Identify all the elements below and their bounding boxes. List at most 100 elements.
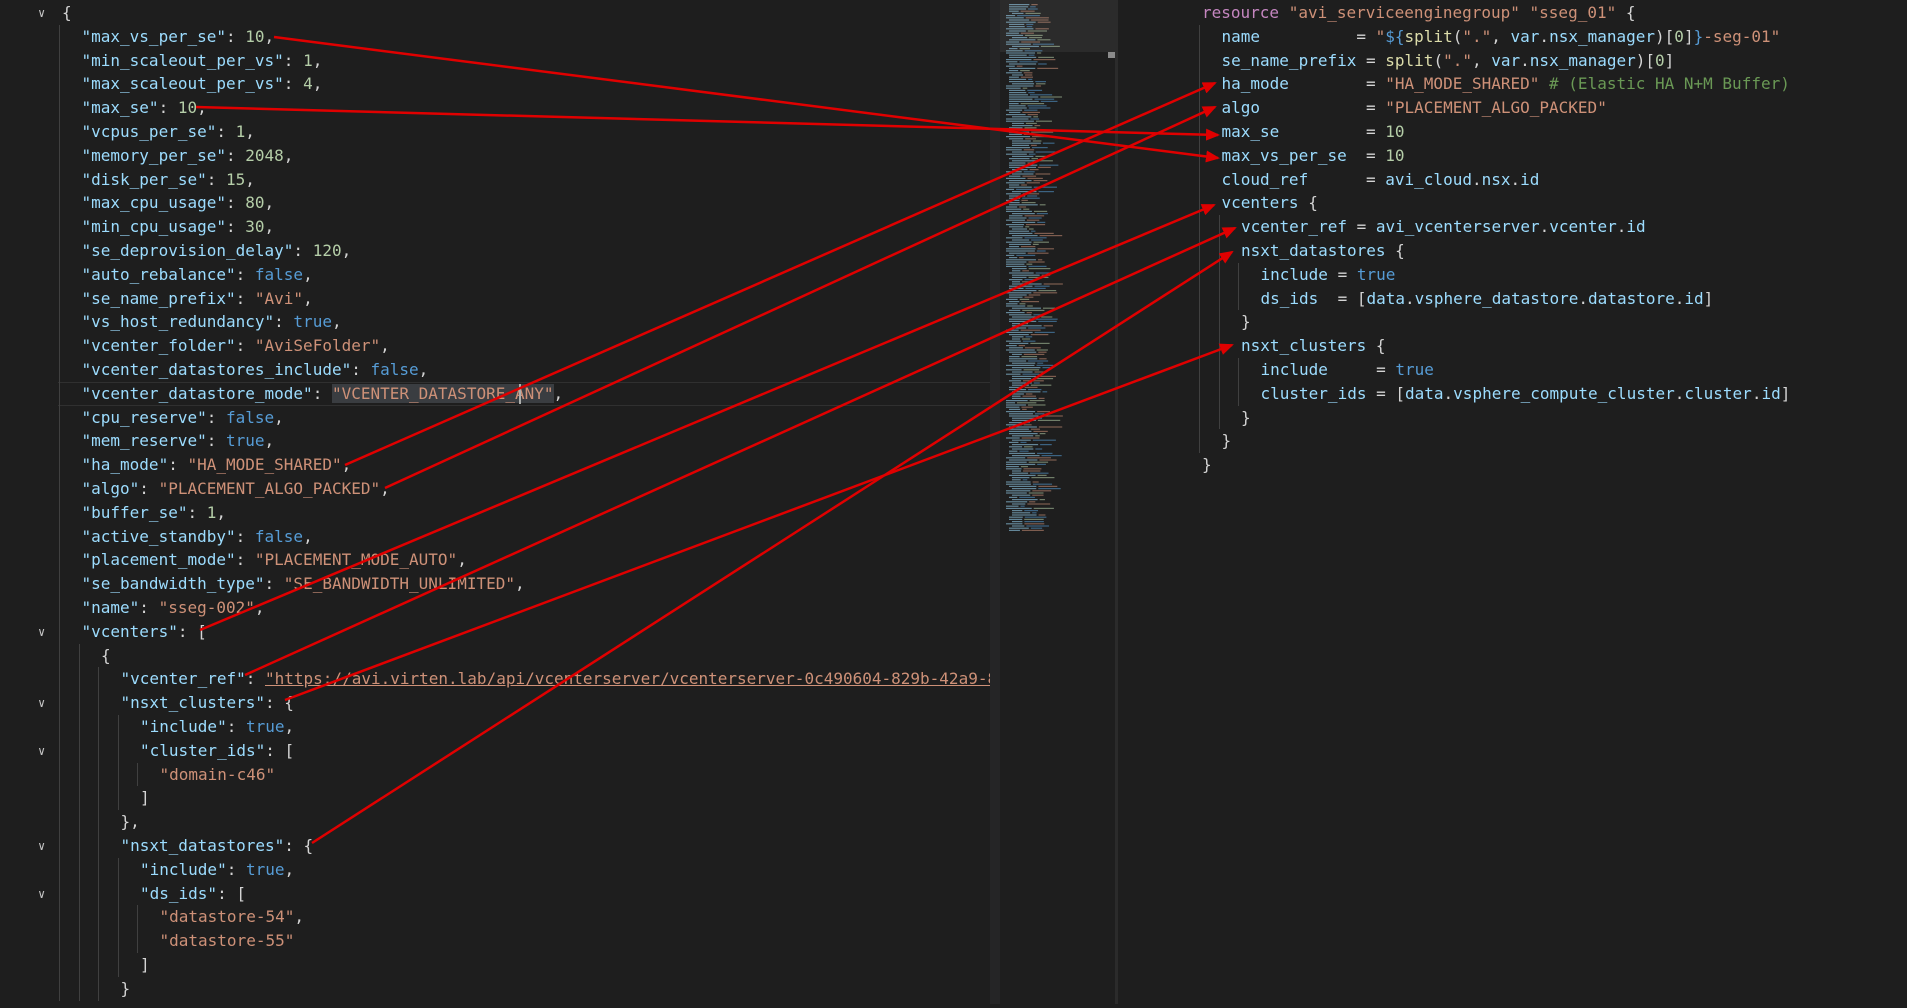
code-line[interactable]: "vcenters": [ (82, 620, 207, 644)
minimap-line (1009, 166, 1037, 168)
code-token: : (293, 241, 313, 260)
code-line[interactable]: "ds_ids": [ (140, 882, 246, 906)
left-editor-json[interactable]: ∨ ∨ ∨ ∨ ∨ ∨ { "max_vs_per_se": 10, "min_scaleou… (0, 0, 990, 1004)
text-cursor (519, 383, 521, 404)
minimap-line (1009, 459, 1038, 461)
line-number (0, 572, 26, 596)
code-line[interactable]: "include": true, (140, 858, 294, 882)
code-token: "PLACEMENT_MODE_AUTO" (254, 550, 458, 570)
fold-chevron-icon[interactable]: ∨ (38, 620, 45, 644)
code-line[interactable]: max_vs_per_se = 10 (1222, 144, 1405, 168)
code-line[interactable]: "min_cpu_usage": 30, (82, 215, 275, 239)
code-line[interactable]: "name": "sseg-002", (82, 596, 265, 620)
code-line[interactable]: } (1241, 406, 1251, 430)
code-line[interactable]: "memory_per_se": 2048, (82, 144, 294, 168)
code-token: , (245, 169, 255, 189)
code-line[interactable]: "vcenter_ref": "https://avi.virten.lab/a… (121, 667, 991, 691)
code-line[interactable]: "domain-c46" (160, 763, 276, 787)
code-line[interactable]: "vcenter_datastore_mode": "VCENTER_DATAS… (82, 382, 563, 406)
code-line[interactable]: "se_name_prefix": "Avi", (82, 287, 313, 311)
fold-chevron-icon[interactable]: ∨ (38, 882, 45, 906)
code-line[interactable]: "min_scaleout_per_vs": 1, (82, 49, 323, 73)
code-line[interactable]: "ha_mode": "HA_MODE_SHARED", (82, 453, 352, 477)
code-line[interactable]: name = "${split(".", var.nsx_manager)[0]… (1222, 25, 1781, 49)
code-line[interactable]: "datastore-55" (160, 929, 295, 953)
code-line[interactable]: "se_bandwidth_type": "SE_BANDWIDTH_UNLIM… (82, 572, 525, 596)
code-line[interactable]: cloud_ref = avi_cloud.nsx.id (1222, 168, 1540, 192)
code-token: 0 (1655, 50, 1665, 70)
code-line[interactable]: resource "avi_serviceenginegroup" "sseg_… (1202, 1, 1636, 25)
code-line[interactable]: "max_scaleout_per_vs": 4, (82, 72, 323, 96)
code-line[interactable]: nsxt_datastores { (1241, 239, 1405, 263)
code-line[interactable]: "algo": "PLACEMENT_ALGO_PACKED", (82, 477, 390, 501)
code-line[interactable]: "vs_host_redundancy": true, (82, 310, 342, 334)
minimap-line (1012, 173, 1034, 175)
code-token: . (1578, 288, 1589, 308)
code-line[interactable]: "datastore-54", (160, 905, 305, 929)
minimap-line (1009, 133, 1022, 135)
fold-chevron-icon[interactable]: ∨ (38, 1, 45, 25)
indent-guide (98, 953, 99, 977)
code-line[interactable]: "vcpus_per_se": 1, (82, 120, 255, 144)
code-line[interactable]: } (1241, 310, 1251, 334)
code-line[interactable]: cluster_ids = [data.vsphere_compute_clus… (1261, 382, 1791, 406)
code-line[interactable]: } (1222, 429, 1232, 453)
code-token: "vcpus_per_se" (81, 122, 217, 141)
code-line[interactable]: "vcenter_datastores_include": false, (82, 358, 429, 382)
minimap-line (1024, 237, 1047, 239)
minimap-line (1024, 446, 1033, 448)
code-line[interactable]: "mem_reserve": true, (82, 429, 275, 453)
code-line[interactable]: "placement_mode": "PLACEMENT_MODE_AUTO", (82, 548, 467, 572)
code-line[interactable]: ] (140, 786, 150, 810)
code-line[interactable]: include = true (1261, 263, 1396, 287)
code-line[interactable]: include = true (1261, 358, 1434, 382)
fold-chevron-icon[interactable]: ∨ (38, 739, 45, 763)
code-line[interactable]: { (101, 644, 111, 668)
code-token: 10 (245, 26, 265, 46)
minimap-line (1033, 292, 1058, 294)
code-line[interactable]: "active_standby": false, (82, 525, 313, 549)
fold-chevron-icon[interactable]: ∨ (38, 834, 45, 858)
code-line[interactable]: se_name_prefix = split(".", var.nsx_mana… (1222, 49, 1675, 73)
minimap-line (1006, 424, 1022, 426)
minimap-line (1006, 87, 1021, 89)
code-line[interactable]: }, (121, 810, 140, 834)
code-line[interactable]: "auto_rebalance": false, (82, 263, 313, 287)
code-line[interactable]: "max_cpu_usage": 80, (82, 191, 275, 215)
minimap-line (1037, 67, 1059, 69)
code-line[interactable]: vcenters { (1222, 191, 1318, 215)
code-line[interactable]: vcenter_ref = avi_vcenterserver.vcenter.… (1241, 215, 1646, 239)
scrollbar-thumb[interactable] (1108, 52, 1115, 58)
right-editor-terraform[interactable]: resource "avi_serviceenginegroup" "sseg_… (1118, 0, 1907, 1004)
code-line[interactable]: nsxt_clusters { (1241, 334, 1386, 358)
code-line[interactable]: "cluster_ids": [ (140, 739, 294, 763)
minimap-line (1033, 314, 1042, 316)
code-line[interactable]: ha_mode = "HA_MODE_SHARED" # (Elastic HA… (1222, 72, 1790, 96)
code-line[interactable]: "nsxt_datastores": { (121, 834, 314, 858)
code-line[interactable]: algo = "PLACEMENT_ALGO_PACKED" (1222, 96, 1607, 120)
code-line[interactable]: "se_deprovision_delay": 120, (82, 239, 352, 263)
code-line[interactable]: ] (140, 953, 150, 977)
minimap-line (1006, 468, 1022, 470)
code-token: , (457, 550, 467, 570)
code-line[interactable]: "cpu_reserve": false, (82, 406, 284, 430)
code-line[interactable]: "include": true, (140, 715, 294, 739)
code-line[interactable]: "max_se": 10, (82, 96, 207, 120)
code-line[interactable]: ds_ids = [data.vsphere_datastore.datasto… (1261, 287, 1714, 311)
fold-chevron-icon[interactable]: ∨ (38, 691, 45, 715)
code-line[interactable]: "vcenter_folder": "AviSeFolder", (82, 334, 390, 358)
code-line[interactable]: "disk_per_se": 15, (82, 168, 255, 192)
code-line[interactable]: "max_vs_per_se": 10, (82, 25, 275, 49)
code-line[interactable]: "buffer_se": 1, (82, 501, 227, 525)
left-editor-minimap[interactable] (1000, 0, 1115, 1004)
code-line[interactable]: } (121, 977, 131, 1001)
code-line[interactable]: } (1202, 453, 1212, 477)
minimap-line (1009, 195, 1026, 197)
indent-guide (98, 786, 99, 811)
code-line[interactable]: { (62, 1, 72, 25)
code-line[interactable]: max_se = 10 (1222, 120, 1405, 144)
minimap-line (1027, 404, 1046, 406)
code-line[interactable]: "nsxt_clusters": { (121, 691, 294, 715)
indent-guide (59, 429, 60, 454)
code-token: 30 (245, 217, 265, 237)
